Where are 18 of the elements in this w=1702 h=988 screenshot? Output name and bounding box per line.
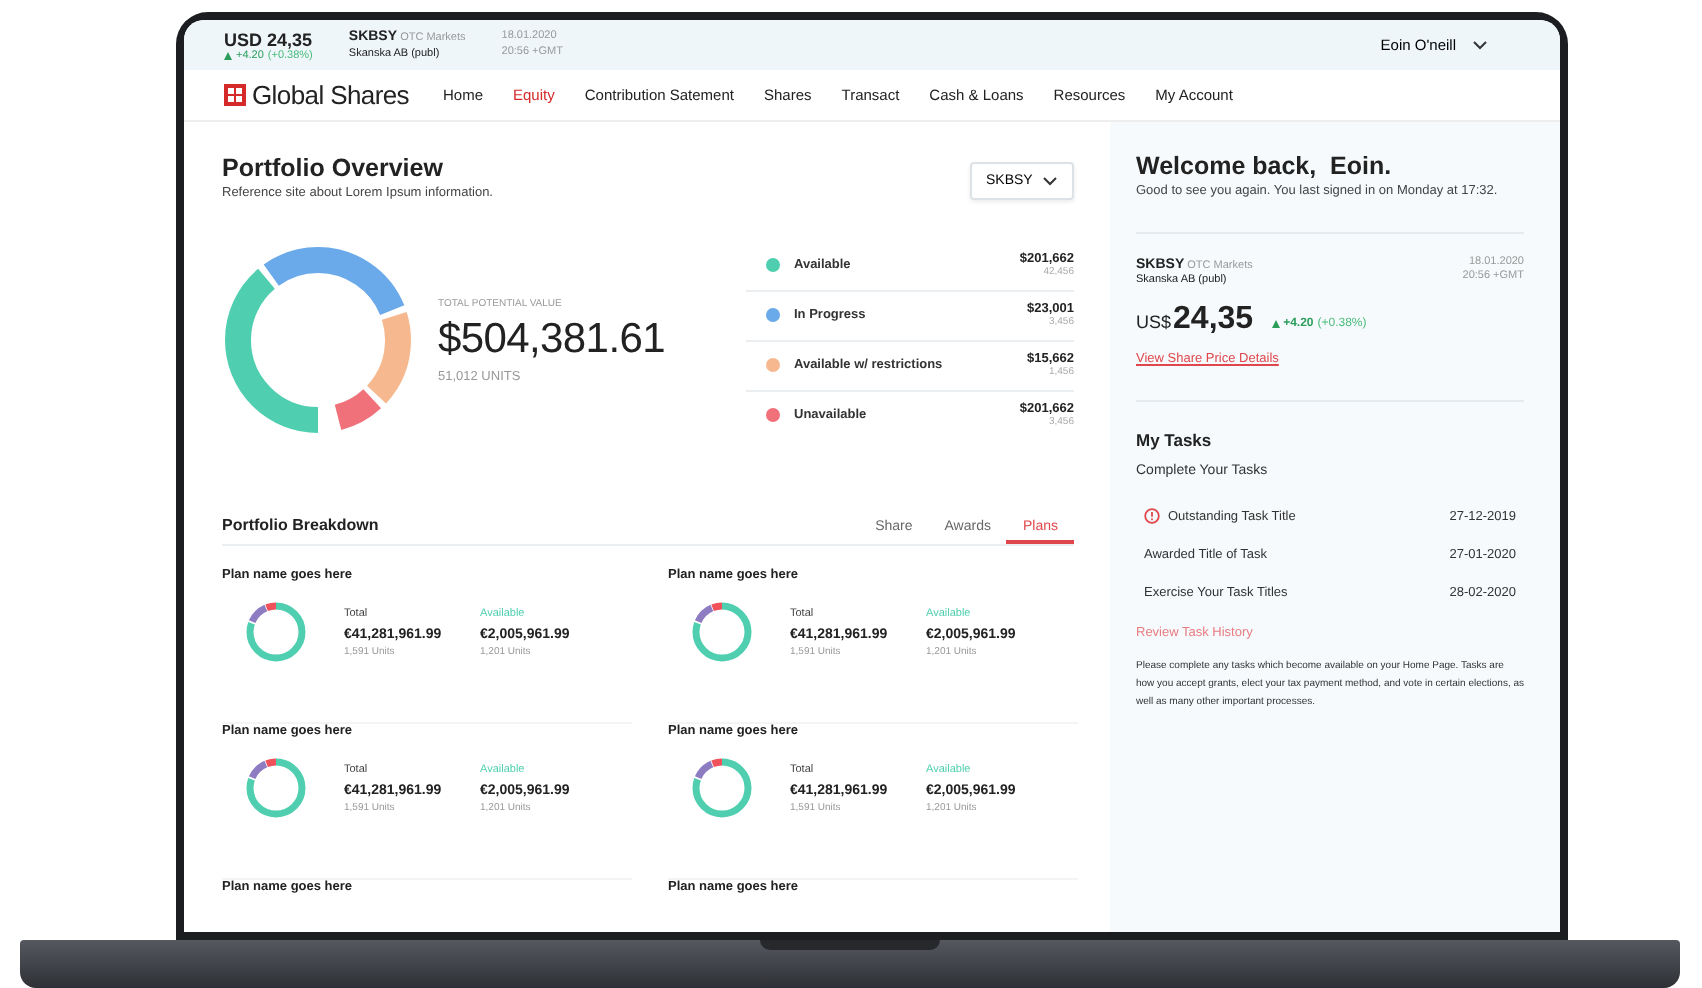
logo-icon — [224, 84, 246, 106]
chevron-down-icon — [1472, 40, 1488, 50]
plan-donut-chart — [244, 600, 308, 664]
up-triangle-icon — [1271, 319, 1280, 328]
total-value: $504,381.61 — [438, 315, 667, 363]
chevron-down-icon — [1042, 176, 1058, 186]
share-price: 24,35 — [1173, 301, 1254, 338]
plan-donut-chart — [690, 600, 754, 664]
section-title: Portfolio Overview — [222, 154, 445, 182]
welcome-title: Welcome back, Eoin. — [1136, 152, 1394, 180]
currency: US$ — [1136, 311, 1172, 332]
plan-donut-chart — [690, 756, 754, 820]
up-triangle-icon — [224, 51, 232, 59]
share-price: USD 24,35 — [224, 29, 313, 49]
section-title: Portfolio Breakdown — [222, 516, 379, 538]
brand-name: Global Shares — [252, 80, 409, 110]
plan-donut-chart — [244, 756, 308, 820]
tasks-title: My Tasks — [1136, 429, 1214, 450]
